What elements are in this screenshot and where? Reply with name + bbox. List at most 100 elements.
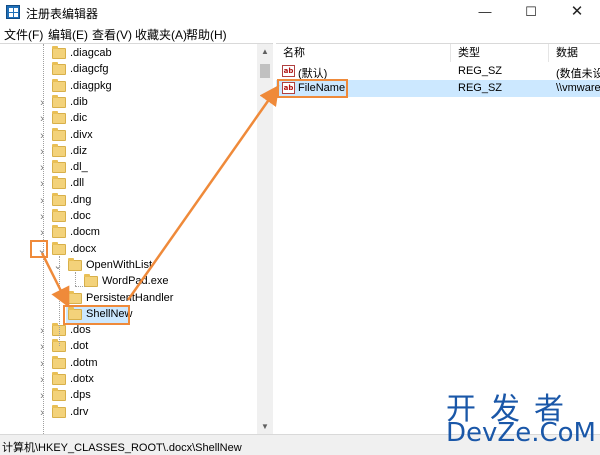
scroll-down-icon[interactable]: ▼ [257,419,273,435]
tree-item[interactable]: › .dib [0,94,255,111]
tree-item-label: .dotx [70,373,94,385]
string-value-icon: ab [282,65,295,77]
tree-connector [36,46,48,62]
tree-item-label: .diagpkg [70,79,112,92]
tree-item-label: .dotm [70,356,98,369]
tree-item[interactable]: › .dl_ [0,160,255,176]
key-tree-pane[interactable]: .diagcab .diagcfg .diagpkg › .dib › .dic › .divx… [0,43,273,435]
value-row[interactable]: ab (默认) REG_SZ (数值未设 [276,63,600,80]
tree-item[interactable]: .diagcfg [0,62,255,78]
tree-item[interactable]: › .dic [0,111,255,127]
column-header-data[interactable]: 数据 [549,44,600,62]
tree-item[interactable]: ⌄ OpenWithList [0,257,255,274]
tree-connector-line [59,256,60,346]
tree-item[interactable]: › .diz [0,143,255,160]
chevron-right-icon[interactable]: › [36,209,48,225]
tree-item[interactable]: .diagpkg [0,78,255,95]
tree-item[interactable]: › .dotm [0,355,255,372]
menu-help[interactable]: 帮助(H) [186,26,227,43]
chevron-right-icon[interactable]: › [36,111,48,127]
tree-item-label: .dos [70,324,91,337]
scroll-up-icon[interactable]: ▲ [257,44,273,60]
menu-file[interactable]: 文件(F) [4,26,43,43]
tree-connector-line [75,272,76,286]
tree-item-label: PersistentHandler [86,291,174,304]
status-path: 计算机\HKEY_CLASSES_ROOT\.docx\ShellNew [2,442,242,454]
minimize-button[interactable]: — [462,0,508,24]
docx-expander-highlight-box [30,239,48,258]
tree-item-label: .dic [70,112,88,125]
tree-item[interactable]: › .doc [0,209,255,225]
chevron-right-icon[interactable]: › [36,339,48,355]
shellnew-highlight-box [63,304,130,325]
folder-icon [52,127,66,141]
chevron-down-icon[interactable]: ⌄ [52,258,64,274]
chevron-right-icon[interactable]: › [36,95,48,111]
tree-connector [68,274,80,290]
tree-item-label: .dot [70,340,89,353]
chevron-right-icon[interactable]: › [36,405,48,421]
tree-item[interactable]: › .divx [0,127,255,144]
tree-item-label: .doc [70,210,91,222]
maximize-button[interactable]: ☐ [508,0,554,24]
chevron-right-icon[interactable]: › [36,356,48,372]
folder-icon [52,192,66,206]
folder-icon [52,46,66,59]
chevron-right-icon[interactable]: › [36,176,48,192]
tree-item[interactable]: › .dng [0,192,255,209]
close-button[interactable]: ✕ [554,0,600,24]
folder-icon [68,290,82,304]
tree-scrollbar[interactable]: ▲ ▼ [257,44,273,435]
chevron-right-icon[interactable]: › [36,144,48,160]
folder-icon [52,355,66,369]
value-type: REG_SZ [458,82,503,94]
menu-edit[interactable]: 编辑(E) [48,26,88,43]
scroll-thumb[interactable] [260,64,270,78]
folder-icon [52,372,66,385]
tree-item-label: .diagcab [70,47,112,59]
folder-icon [52,94,66,108]
value-type: REG_SZ [458,65,503,77]
watermark: 开发者 DevZe.CoM [440,384,600,454]
tree-item[interactable]: › .dll [0,176,255,192]
folder-icon [84,274,98,288]
value-data: \\vmware [556,82,600,94]
watermark-line2: DevZe.CoM [446,418,596,448]
tree-item-label: .dps [70,389,91,402]
tree-item-label: OpenWithList [86,258,153,271]
tree-item[interactable]: › .dot [0,339,255,355]
folder-icon [52,111,66,125]
values-pane[interactable]: 名称 类型 数据 ab (默认) REG_SZ (数值未设 ab FileNam… [276,43,600,434]
tree-connector [36,62,48,78]
tree-item[interactable]: › .dotx [0,372,255,388]
tree-item-label: .docm [70,226,100,239]
tree-item[interactable]: WordPad.exe [0,274,255,290]
tree-item[interactable]: .diagcab [0,46,255,62]
tree-item[interactable]: › .dos [0,323,255,339]
chevron-right-icon[interactable]: › [36,372,48,388]
chevron-right-icon[interactable]: › [36,160,48,176]
regedit-app-icon [6,5,20,19]
chevron-right-icon[interactable]: › [36,193,48,209]
chevron-right-icon[interactable]: › [36,323,48,339]
menu-favorites[interactable]: 收藏夹(A) [135,26,187,43]
tree-item[interactable]: › .drv [0,404,255,421]
tree-item-label: .dng [70,193,92,206]
tree-item[interactable]: › .dps [0,388,255,404]
folder-icon [52,78,66,92]
chevron-right-icon[interactable]: › [36,388,48,404]
folder-icon [52,388,66,402]
folder-icon [52,143,66,157]
column-header-type[interactable]: 类型 [451,44,549,62]
tree-item-label: .divx [70,128,93,141]
tree-item-label: .docx [70,242,97,255]
menu-view[interactable]: 查看(V) [92,26,132,43]
folder-icon [52,160,66,174]
tree-connector [36,79,48,95]
chevron-right-icon[interactable]: › [36,128,48,144]
folder-icon [52,62,66,76]
filename-highlight-box [277,79,348,98]
column-header-name[interactable]: 名称 [276,44,451,62]
folder-icon [52,225,66,239]
folder-icon [52,176,66,190]
